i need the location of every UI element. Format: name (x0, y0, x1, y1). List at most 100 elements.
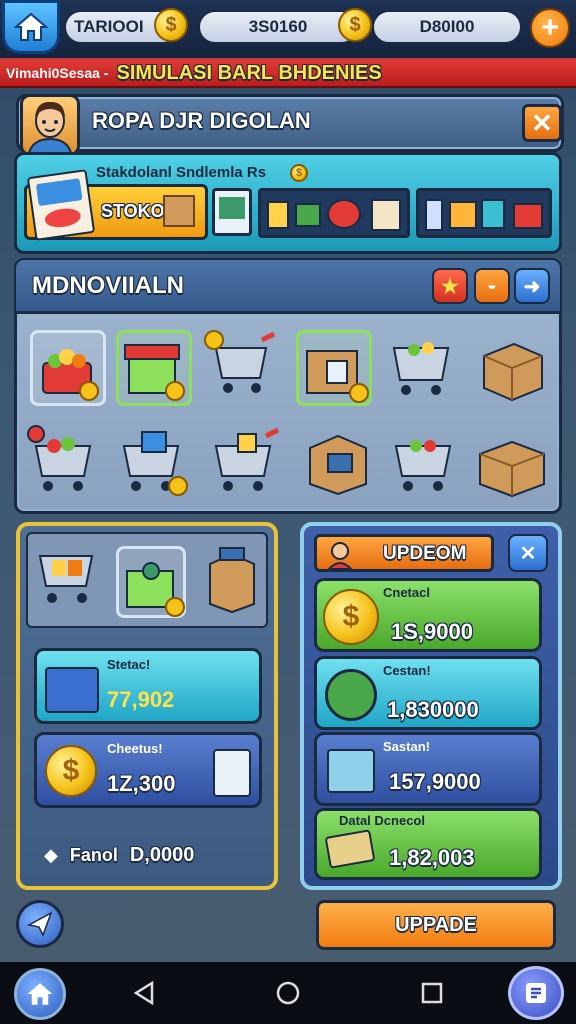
box-icon (163, 195, 195, 227)
crate-icon (126, 562, 185, 617)
upgrade-row[interactable]: Sastan! 157,9000 (314, 732, 542, 806)
register-icon (327, 749, 375, 793)
box-icon (483, 342, 543, 402)
next-button[interactable]: ➜ (514, 268, 550, 304)
product-icon (327, 199, 361, 229)
catalog-item[interactable] (206, 424, 282, 500)
upgrade-row[interactable]: Cestan! 1,830000 (314, 656, 542, 730)
product-icon (513, 203, 543, 229)
catalog-item[interactable] (116, 330, 192, 406)
stat-value: 1Z,300 (107, 771, 176, 796)
inventory-item[interactable] (34, 542, 100, 617)
currency-b-value: D80I00 (419, 17, 475, 36)
product-icon (449, 201, 477, 229)
product-icon (213, 749, 251, 797)
home-icon (27, 983, 53, 1005)
catalog-item[interactable] (296, 330, 372, 406)
register-icon (45, 667, 99, 713)
catalog-item[interactable] (300, 424, 376, 500)
cash-icon (324, 829, 376, 869)
box-icon (209, 547, 255, 614)
home-icon (14, 12, 48, 41)
coin-icon: $ (290, 164, 308, 182)
catalog-item[interactable] (26, 424, 102, 500)
total-label: Fanol (69, 845, 118, 865)
fruit-basket-icon (42, 349, 99, 401)
banner-title: SIMULASI BARL BHDENIES (116, 61, 382, 84)
shopping-cart-icon (38, 555, 94, 603)
upgrade-button[interactable]: UPPADE (316, 900, 556, 950)
catalog-item[interactable] (386, 424, 462, 500)
catalog-item[interactable] (474, 330, 550, 406)
stat-card-stock: Stetac! 77,902 (34, 648, 262, 724)
upgrade-value: 1S,9000 (391, 619, 473, 644)
inventory-item-selected[interactable] (116, 546, 186, 618)
header-title: ROPA DJR DIGOLAN (92, 108, 311, 133)
leaf-icon (325, 669, 377, 721)
title-banner: Vimahi0Sesaa - SIMULASI BARL BHDENIES (0, 58, 576, 88)
back-icon (133, 980, 154, 1006)
stat-label: Cheetus! (107, 741, 163, 756)
crate-icon (124, 344, 185, 401)
product-box-icon (26, 169, 96, 241)
upgrade-label: Datal Dcnecol (339, 813, 425, 828)
person-icon (27, 101, 73, 153)
coin-icon: $ (338, 8, 372, 42)
store-items-row-1[interactable] (258, 188, 410, 238)
recents-nav-button[interactable] (420, 981, 444, 1010)
star-icon: ★ (441, 275, 459, 298)
screen-icon[interactable] (212, 188, 252, 236)
shopping-cart-icon (122, 431, 188, 496)
upgrade-label: Cestan! (383, 663, 431, 678)
close-button[interactable]: ✕ (522, 104, 562, 142)
avatar[interactable] (20, 94, 80, 156)
product-icon (267, 201, 289, 229)
person-icon (327, 542, 353, 569)
player-name: TARIOOI (74, 17, 144, 36)
home-nav-button[interactable] (275, 980, 301, 1011)
store-items-row-2[interactable] (416, 188, 552, 238)
catalog-item[interactable] (202, 326, 278, 402)
banner-subtitle: Vimahi0Sesaa - (6, 65, 109, 81)
coin-icon: $ (154, 8, 188, 42)
upgrade-header: UPDEOM (314, 534, 494, 572)
stat-card-checkout: $ Cheetus! 1Z,300 (34, 732, 262, 808)
catalog-item[interactable] (114, 424, 190, 500)
list-icon (526, 983, 546, 1003)
currency-b-pill: D80I00 (372, 10, 522, 44)
inventory-item[interactable] (204, 544, 260, 619)
product-icon (295, 203, 321, 227)
upgrade-row[interactable]: $ Cnetacl 1S,9000 (314, 578, 542, 652)
shop-button[interactable]: ◒ (474, 268, 510, 304)
send-button[interactable] (16, 900, 64, 948)
catalog-item[interactable] (474, 430, 550, 506)
close-icon: ✕ (519, 542, 537, 565)
coin-icon: $ (323, 589, 379, 645)
product-icon (425, 199, 443, 231)
menu-button[interactable] (508, 966, 564, 1020)
favorite-button[interactable]: ★ (432, 268, 468, 304)
stat-value: 77,902 (107, 687, 175, 712)
upgrade-value: 1,82,003 (389, 845, 475, 870)
upgrade-label: Sastan! (383, 739, 430, 754)
back-nav-button[interactable] (132, 980, 156, 1011)
upgrade-close-button[interactable]: ✕ (508, 534, 548, 572)
box-icon (479, 440, 545, 498)
stat-label: Stetac! (107, 657, 151, 672)
add-currency-button[interactable]: + (530, 8, 570, 48)
upgrade-title: UPDEOM (383, 543, 467, 564)
catalog-item[interactable] (30, 330, 106, 406)
plus-icon: + (541, 11, 559, 44)
catalog-title-wrap: MDNOVIIALN (32, 272, 184, 300)
catalog-item[interactable] (384, 330, 460, 406)
product-icon (481, 199, 505, 229)
shopping-cart-icon (394, 440, 452, 491)
total-value: D,0000 (129, 844, 195, 866)
home-button[interactable] (2, 0, 60, 54)
upgrade-row[interactable]: Datal Dcnecol 1,82,003 (314, 808, 542, 880)
store-tag-box[interactable]: STOKO (24, 169, 208, 241)
game-home-button[interactable] (14, 968, 66, 1020)
product-icon (371, 199, 401, 231)
box-icon (306, 350, 369, 403)
close-icon: ✕ (531, 107, 553, 138)
